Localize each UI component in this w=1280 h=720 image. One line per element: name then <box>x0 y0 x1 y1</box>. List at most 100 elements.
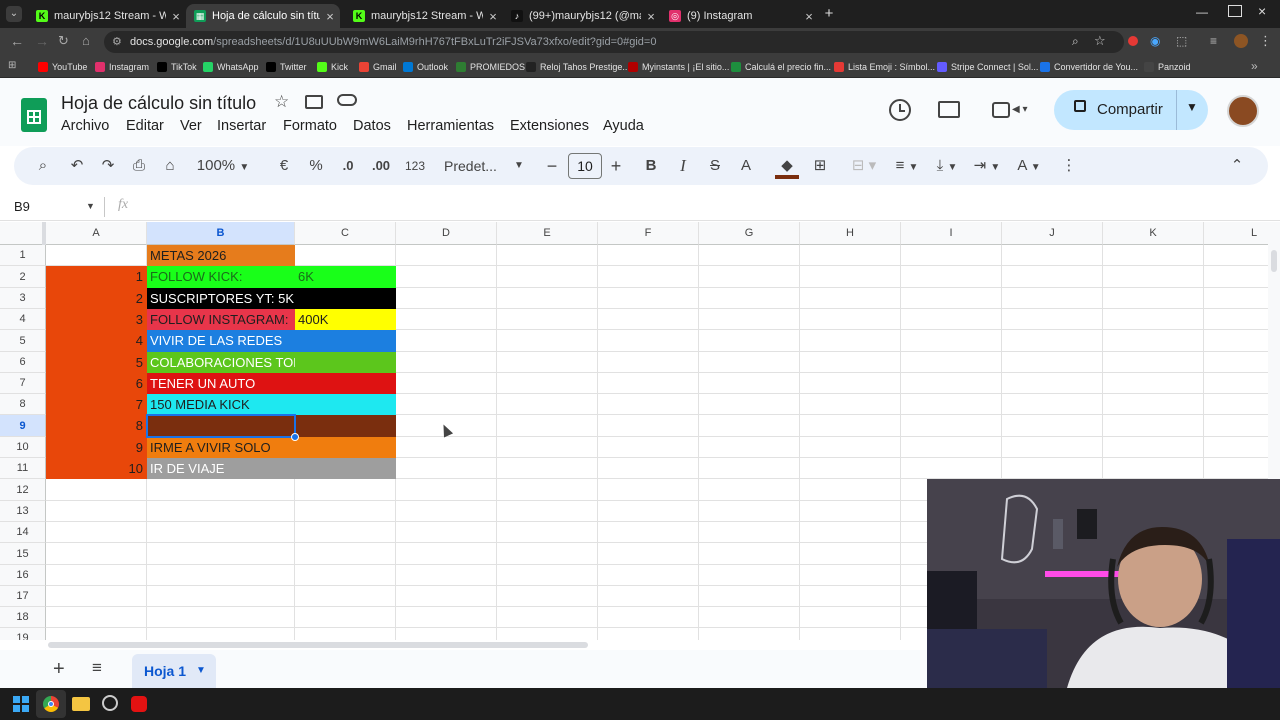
bookmark-item[interactable]: Panzoid <box>1144 59 1191 75</box>
star-icon[interactable]: ☆ <box>274 92 289 112</box>
cell-d7[interactable] <box>396 373 497 394</box>
cell-b4[interactable]: FOLLOW INSTAGRAM: <box>147 309 295 330</box>
cell-j7[interactable] <box>1002 373 1103 394</box>
menu-editar[interactable]: Editar <box>126 118 164 134</box>
cell-h15[interactable] <box>800 543 901 565</box>
cell-k6[interactable] <box>1103 352 1204 373</box>
cell-d2[interactable] <box>396 266 497 288</box>
bookmark-item[interactable]: YouTube <box>38 59 87 75</box>
cell-g8[interactable] <box>699 394 800 415</box>
version-history-icon[interactable] <box>889 99 911 121</box>
cell-f4[interactable] <box>598 309 699 330</box>
row-header[interactable]: 10 <box>0 437 46 458</box>
cell-f2[interactable] <box>598 266 699 288</box>
menu-ayuda[interactable]: Ayuda <box>603 118 644 134</box>
cell-d17[interactable] <box>396 586 497 607</box>
cell-c15[interactable] <box>295 543 396 565</box>
cell-l6[interactable] <box>1204 352 1268 373</box>
cell-a13[interactable] <box>46 501 147 522</box>
cell-g18[interactable] <box>699 607 800 628</box>
row-header[interactable]: 6 <box>0 352 46 373</box>
maximize-icon[interactable] <box>1228 5 1242 17</box>
cell-b11[interactable]: IR DE VIAJE <box>147 458 295 479</box>
cell-g9[interactable] <box>699 415 800 437</box>
column-header[interactable]: I <box>901 222 1002 245</box>
cell-k5[interactable] <box>1103 330 1204 352</box>
decrease-font-size-icon[interactable]: − <box>542 147 562 185</box>
cell-a9[interactable]: 8 <box>46 415 147 437</box>
italic-icon[interactable]: I <box>672 147 694 185</box>
cell-c1[interactable] <box>295 245 396 266</box>
cell-d12[interactable] <box>396 479 497 501</box>
cell-k9[interactable] <box>1103 415 1204 437</box>
row-header[interactable]: 12 <box>0 479 46 501</box>
cell-f1[interactable] <box>598 245 699 266</box>
cell-h8[interactable] <box>800 394 901 415</box>
close-tab-icon[interactable]: × <box>641 9 661 24</box>
cell-d16[interactable] <box>396 565 497 586</box>
cell-h6[interactable] <box>800 352 901 373</box>
row-header[interactable]: 5 <box>0 330 46 352</box>
cell-g13[interactable] <box>699 501 800 522</box>
horizontal-scrollbar[interactable] <box>46 640 927 650</box>
cell-g1[interactable] <box>699 245 800 266</box>
cell-f12[interactable] <box>598 479 699 501</box>
redo-icon[interactable]: ↷ <box>97 147 119 185</box>
cell-e15[interactable] <box>497 543 598 565</box>
cell-k2[interactable] <box>1103 266 1204 288</box>
cell-f16[interactable] <box>598 565 699 586</box>
cell-d1[interactable] <box>396 245 497 266</box>
cell-e4[interactable] <box>497 309 598 330</box>
bookmark-item[interactable]: Stripe Connect | Sol... <box>937 59 1038 75</box>
meet-icon[interactable] <box>992 102 1010 118</box>
sheet-tab-dropdown-icon[interactable]: ▼ <box>196 665 206 676</box>
bookmark-item[interactable]: WhatsApp <box>203 59 259 75</box>
row-header[interactable]: 9 <box>0 415 46 437</box>
cell-b2[interactable]: FOLLOW KICK: <box>147 266 295 288</box>
name-box-dropdown-icon[interactable]: ▼ <box>86 201 95 211</box>
cell-a2[interactable]: 1 <box>46 266 147 288</box>
home-icon[interactable]: ⌂ <box>82 33 90 48</box>
cell-h19[interactable] <box>800 628 901 640</box>
share-button[interactable]: Compartir ▼ <box>1054 90 1208 130</box>
strikethrough-icon[interactable]: S <box>704 147 726 185</box>
cell-j5[interactable] <box>1002 330 1103 352</box>
cell-f6[interactable] <box>598 352 699 373</box>
cell-g6[interactable] <box>699 352 800 373</box>
cell-a16[interactable] <box>46 565 147 586</box>
cell-i9[interactable] <box>901 415 1002 437</box>
cell-g19[interactable] <box>699 628 800 640</box>
cell-e16[interactable] <box>497 565 598 586</box>
cell-a6[interactable]: 5 <box>46 352 147 373</box>
more-formats-button[interactable]: 123 <box>400 147 430 185</box>
row-header[interactable]: 3 <box>0 288 46 309</box>
cell-g12[interactable] <box>699 479 800 501</box>
cell-k7[interactable] <box>1103 373 1204 394</box>
cell-i3[interactable] <box>901 288 1002 309</box>
close-window-icon[interactable]: × <box>1258 3 1266 19</box>
extension-red-icon[interactable] <box>1128 36 1138 46</box>
cell-k3[interactable] <box>1103 288 1204 309</box>
undo-icon[interactable]: ↶ <box>66 147 88 185</box>
url-input[interactable]: ⚙ docs.google.com/spreadsheets/d/1U8uUUb… <box>104 31 1124 53</box>
cell-e3[interactable] <box>497 288 598 309</box>
sheet-tab-active[interactable]: Hoja 1 ▼ <box>132 654 216 688</box>
increase-font-size-icon[interactable]: + <box>606 147 626 185</box>
cell-b16[interactable] <box>147 565 295 586</box>
cell-a1[interactable] <box>46 245 147 266</box>
cell-e5[interactable] <box>497 330 598 352</box>
cell-f14[interactable] <box>598 522 699 543</box>
cell-e9[interactable] <box>497 415 598 437</box>
cell-f8[interactable] <box>598 394 699 415</box>
cell-a15[interactable] <box>46 543 147 565</box>
cell-f5[interactable] <box>598 330 699 352</box>
cell-d19[interactable] <box>396 628 497 640</box>
cell-j11[interactable] <box>1002 458 1103 479</box>
comments-icon[interactable] <box>938 101 960 118</box>
row-header[interactable]: 4 <box>0 309 46 330</box>
cell-i8[interactable] <box>901 394 1002 415</box>
menu-herramientas[interactable]: Herramientas <box>407 118 494 134</box>
bookmark-item[interactable]: Reloj Tahos Prestige... <box>526 59 630 75</box>
cell-a14[interactable] <box>46 522 147 543</box>
cell-e7[interactable] <box>497 373 598 394</box>
